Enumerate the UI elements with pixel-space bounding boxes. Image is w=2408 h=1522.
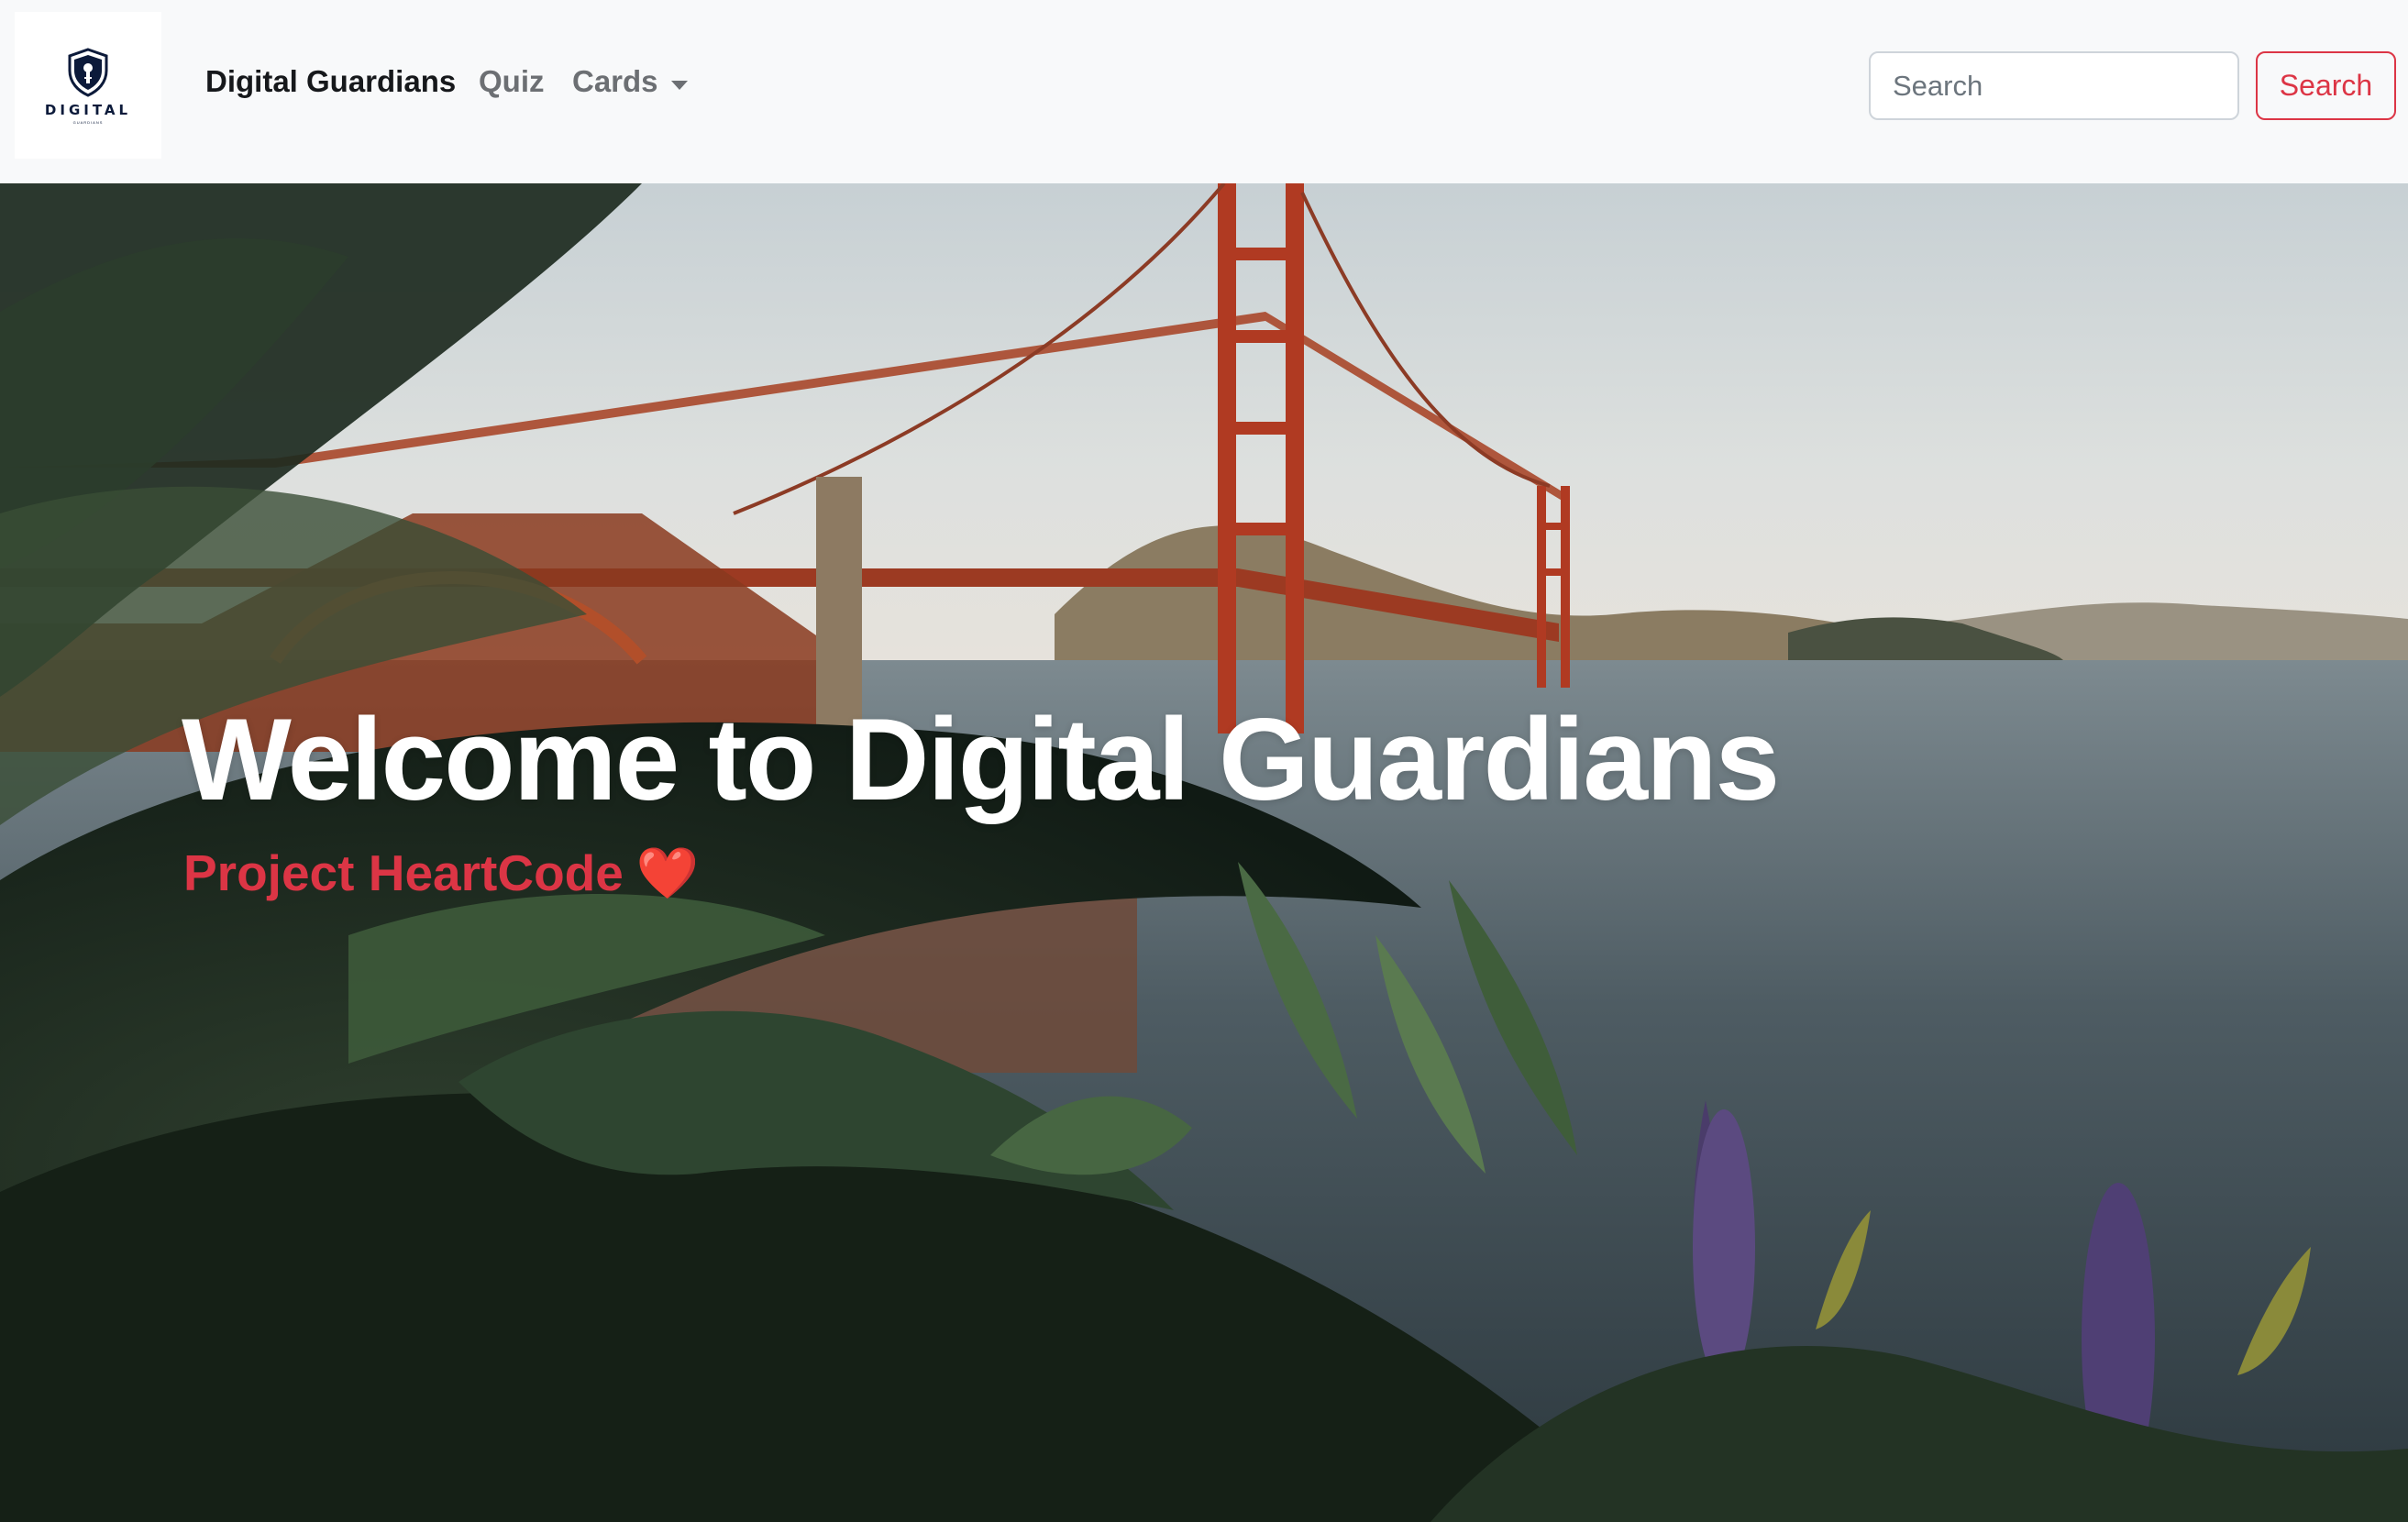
navbar: DIGITAL GUARDIANS Digital Guardians Quiz…	[0, 0, 2408, 183]
search-button[interactable]: Search	[2256, 51, 2396, 120]
logo[interactable]: DIGITAL GUARDIANS	[15, 12, 161, 159]
search-input[interactable]	[1869, 51, 2239, 120]
nav-link-quiz[interactable]: Quiz	[479, 64, 545, 99]
hero-subtitle: Project HeartCode ❤️	[183, 844, 699, 903]
nav-dropdown-cards[interactable]: Cards	[572, 64, 658, 99]
hero-subtitle-text: Project HeartCode	[183, 844, 624, 901]
logo-text: DIGITAL	[44, 101, 132, 118]
hero-title: Welcome to Digital Guardians	[182, 694, 1780, 824]
hero-section: Welcome to Digital Guardians Project Hea…	[0, 183, 2408, 1522]
shield-icon	[68, 47, 108, 97]
logo-subtext: GUARDIANS	[72, 119, 104, 125]
caret-down-icon[interactable]	[671, 81, 688, 90]
brand-link[interactable]: Digital Guardians	[205, 64, 456, 99]
heart-icon: ❤️	[635, 844, 700, 901]
